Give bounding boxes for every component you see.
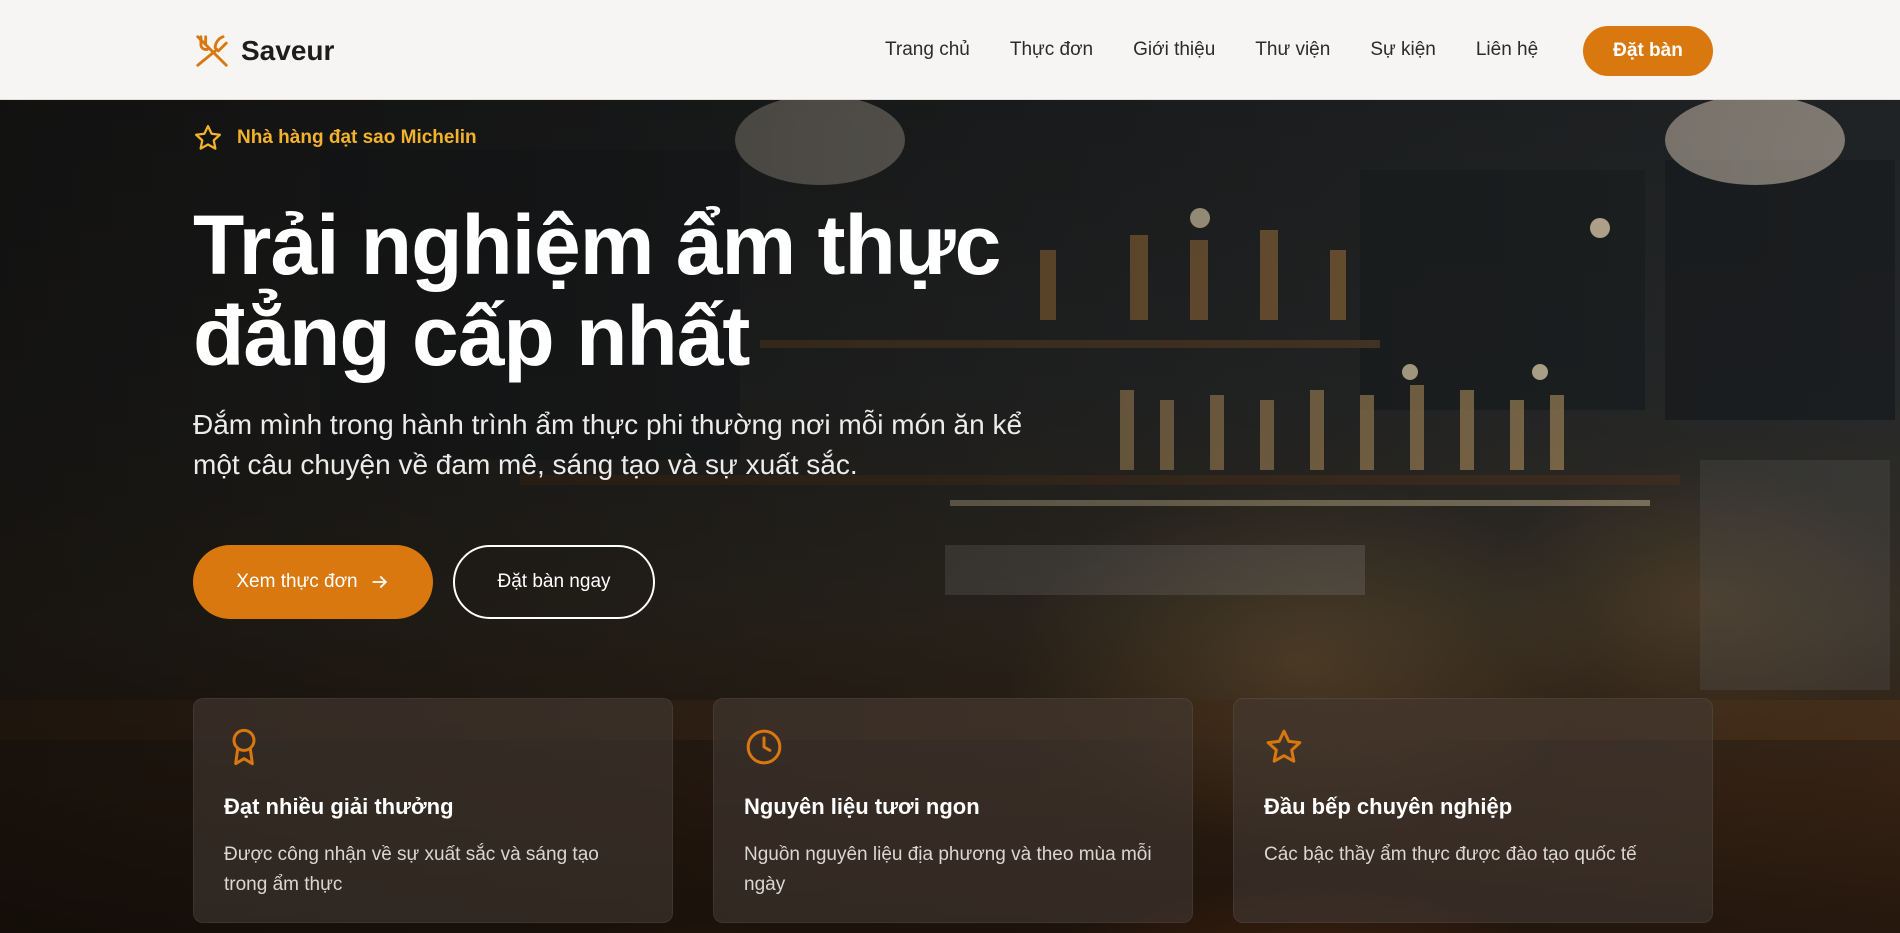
- hero-subtitle: Đắm mình trong hành trình ẩm thực phi th…: [193, 409, 1023, 480]
- nav-events[interactable]: Sự kiện: [1370, 39, 1436, 61]
- feature-title: Nguyên liệu tươi ngon: [744, 794, 980, 819]
- badge-text: Nhà hàng đạt sao Michelin: [237, 127, 477, 148]
- feature-description: Các bậc thầy ẩm thực được đào tạo quốc t…: [1264, 844, 1637, 865]
- hero-title-line-2: đẳng cấp nhất: [193, 289, 750, 383]
- star-icon: [1266, 729, 1302, 763]
- hero-title-line-1: Trải nghiệm ẩm thực: [193, 198, 1001, 292]
- feature-title: Đạt nhiều giải thưởng: [224, 794, 454, 819]
- utensils-icon: [196, 35, 228, 67]
- clock-icon: [746, 729, 782, 765]
- arrow-right-icon: [372, 576, 387, 588]
- star-icon: [195, 125, 221, 150]
- brand-name: Saveur: [241, 35, 335, 66]
- logo[interactable]: Saveur: [193, 32, 334, 70]
- nav-menu[interactable]: Thực đơn: [1010, 39, 1093, 61]
- feature-description: Nguồn nguyên liệu địa phương và theo mùa…: [744, 844, 1152, 895]
- nav-contact[interactable]: Liên hệ: [1476, 39, 1538, 61]
- feature-title: Đầu bếp chuyên nghiệp: [1264, 794, 1513, 819]
- main-nav: Trang chủ Thực đơn Giới thiệu Thư viện S…: [885, 0, 1578, 100]
- feature-description: Được công nhận về sự xuất sắc và sáng tạ…: [224, 844, 599, 895]
- michelin-badge: Nhà hàng đạt sao Michelin: [193, 123, 477, 153]
- book-table-button[interactable]: Đặt bàn: [1583, 26, 1713, 76]
- award-icon: [232, 728, 256, 766]
- hero-title: Trải nghiệm ẩm thực đẳng cấp nhất: [193, 200, 1093, 382]
- view-menu-button[interactable]: Xem thực đơn: [193, 545, 433, 619]
- features-row: Đạt nhiều giải thưởng Được công nhận về …: [193, 698, 1713, 923]
- book-now-button[interactable]: Đặt bàn ngay: [453, 545, 655, 619]
- nav-about[interactable]: Giới thiệu: [1133, 39, 1215, 61]
- view-menu-label: Xem thực đơn: [236, 571, 358, 592]
- feature-card: Đạt nhiều giải thưởng Được công nhận về …: [193, 698, 673, 923]
- site-header: Saveur Trang chủ Thực đơn Giới thiệu Thư…: [0, 0, 1900, 100]
- nav-gallery[interactable]: Thư viện: [1255, 39, 1330, 61]
- nav-home[interactable]: Trang chủ: [885, 39, 970, 61]
- feature-card: Nguyên liệu tươi ngon Nguồn nguyên liệu …: [713, 698, 1193, 923]
- feature-card: Đầu bếp chuyên nghiệp Các bậc thầy ẩm th…: [1233, 698, 1713, 923]
